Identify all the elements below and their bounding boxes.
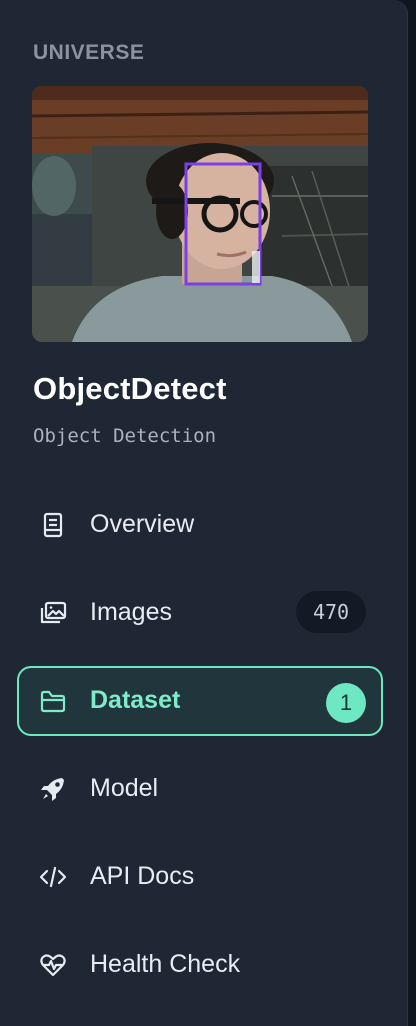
heartbeat-icon bbox=[39, 952, 67, 978]
nav-label: Model bbox=[90, 774, 159, 802]
project-thumbnail[interactable] bbox=[32, 86, 368, 342]
nav-label: Overview bbox=[90, 510, 195, 538]
nav-label: API Docs bbox=[90, 862, 195, 890]
nav-item-api-docs[interactable]: API Docs bbox=[17, 842, 383, 912]
nav-label: Images bbox=[90, 598, 172, 626]
sidebar: UNIVERSE ObjectDetect Object Detection O… bbox=[0, 0, 408, 1026]
folder-icon bbox=[39, 688, 67, 714]
images-count-badge: 470 bbox=[296, 591, 366, 633]
nav-item-health-check[interactable]: Health Check bbox=[17, 930, 383, 1000]
section-label: UNIVERSE bbox=[33, 41, 145, 64]
nav-item-dataset[interactable]: Dataset 1 bbox=[17, 666, 383, 736]
book-icon bbox=[39, 512, 67, 538]
nav-label: Dataset bbox=[90, 686, 181, 714]
dataset-notification-badge: 1 bbox=[326, 683, 366, 723]
project-name: ObjectDetect bbox=[33, 371, 227, 406]
code-icon bbox=[39, 864, 67, 890]
images-icon bbox=[39, 600, 67, 626]
project-type: Object Detection bbox=[33, 425, 217, 447]
rocket-icon bbox=[39, 776, 67, 802]
nav-item-images[interactable]: Images 470 bbox=[17, 578, 383, 648]
nav-item-overview[interactable]: Overview bbox=[17, 490, 383, 560]
nav-label: Health Check bbox=[90, 950, 241, 978]
nav-item-model[interactable]: Model bbox=[17, 754, 383, 824]
